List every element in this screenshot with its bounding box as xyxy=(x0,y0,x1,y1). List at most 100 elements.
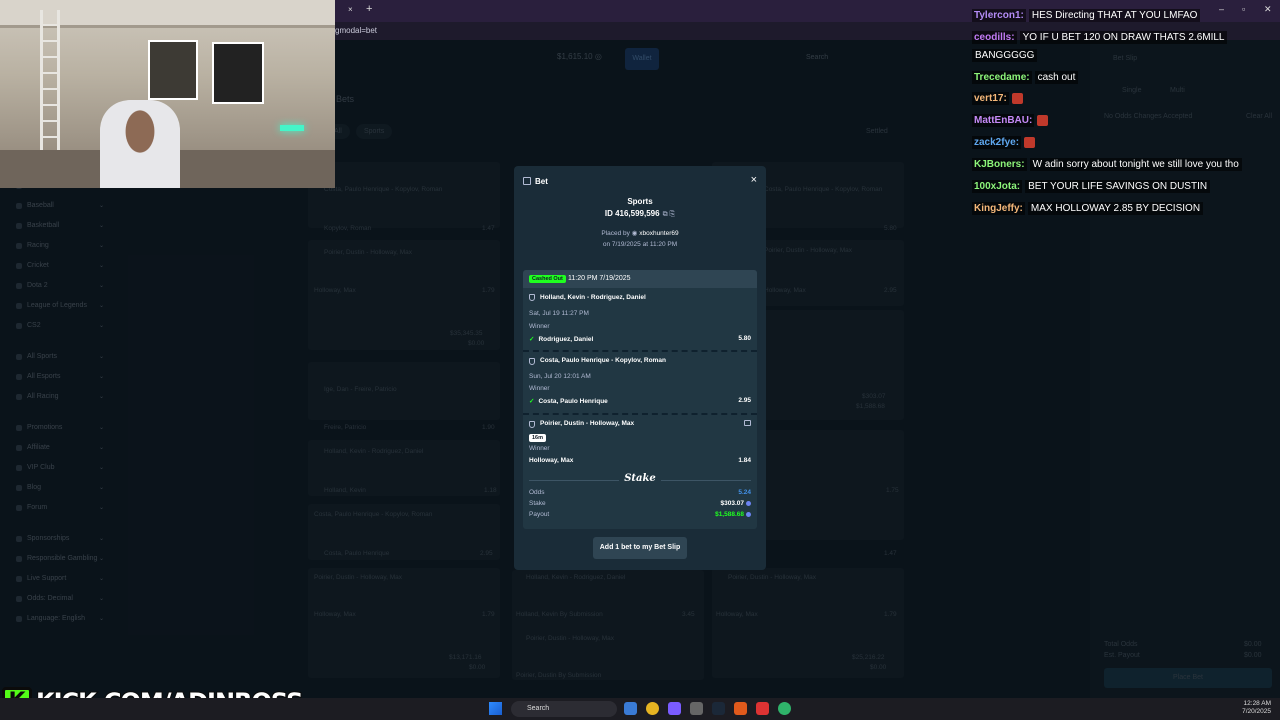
taskbar-search[interactable]: Search xyxy=(511,701,617,717)
bet-id: ID 416,599,596 ⧉ ⎘ xyxy=(514,209,766,219)
webcam-feed xyxy=(0,0,335,188)
live-badge: 16m xyxy=(529,434,547,442)
copy-icon[interactable]: ⧉ ⎘ xyxy=(663,211,676,218)
chat-message: ceodills: YO IF U BET 120 ON DRAW THATS 2… xyxy=(972,30,1228,45)
webcam-artwork xyxy=(212,42,264,104)
stake-amount: $303.07 xyxy=(721,500,751,507)
app-icon[interactable] xyxy=(734,702,747,715)
chat-username[interactable]: vert17: xyxy=(972,92,1009,105)
clock[interactable]: 12:28 AM 7/20/2025 xyxy=(1241,700,1271,716)
chrome-icon[interactable] xyxy=(646,702,659,715)
leg-odds: 1.84 xyxy=(738,457,751,464)
placed-by-user[interactable]: xboxhunter69 xyxy=(639,230,678,237)
chat-message: 100xJota: BET YOUR LIFE SAVINGS ON DUSTIN xyxy=(972,179,1211,194)
maximize-button[interactable]: ▫ xyxy=(1242,4,1245,14)
url-text: gmodal=bet xyxy=(335,26,378,35)
webcam-streamer xyxy=(100,100,180,188)
chat-username[interactable]: KJBoners: xyxy=(972,158,1027,171)
currency-icon xyxy=(746,501,751,506)
user-icon: ◉ xyxy=(631,230,638,237)
app-icon[interactable] xyxy=(778,702,791,715)
check-icon: ✓ xyxy=(529,336,535,343)
chat-message: MattEnBAU: xyxy=(972,113,1049,128)
add-to-bet-slip-button[interactable]: Add 1 bet to my Bet Slip xyxy=(593,537,687,559)
stake-logo: Stake xyxy=(624,473,656,484)
tab-close-button[interactable]: × xyxy=(348,5,353,14)
clock-time: 12:28 AM xyxy=(1243,700,1271,707)
leg-pick: ✓ Rodriguez, Daniel xyxy=(529,335,593,343)
chat-text: BET YOUR LIFE SAVINGS ON DUSTIN xyxy=(1025,180,1211,193)
placed-by-label: Placed by xyxy=(601,230,630,237)
bet-leg: Poirier, Dustin - Holloway, Max 16m Winn… xyxy=(523,415,757,475)
chat-text: W adin sorry about tonight we still love… xyxy=(1029,158,1242,171)
chat-username[interactable]: Tylercon1: xyxy=(972,9,1026,22)
shield-icon xyxy=(529,421,535,428)
leg-market: Winner xyxy=(529,323,550,330)
app-icon[interactable] xyxy=(756,702,769,715)
modal-title: Bet xyxy=(535,177,548,186)
chat-username[interactable]: zack2fye: xyxy=(972,136,1022,149)
leg-date: Sat, Jul 19 11:27 PM xyxy=(529,310,589,317)
app-icon[interactable] xyxy=(624,702,637,715)
payout-amount: $1,588.68 xyxy=(715,511,751,518)
window-close-button[interactable]: ✕ xyxy=(1264,4,1272,15)
chat-text: cash out xyxy=(1034,71,1079,84)
chat-message: KingJeffy: MAX HOLLOWAY 2.85 BY DECISION xyxy=(972,201,1204,216)
leg-pick: ✓ Costa, Paulo Henrique xyxy=(529,397,608,405)
leg-odds: 5.80 xyxy=(738,335,751,342)
chat-message: KJBoners: W adin sorry about tonight we s… xyxy=(972,157,1242,172)
leg-match[interactable]: Holland, Kevin - Rodriguez, Daniel xyxy=(540,294,646,301)
chat-text: YO IF U BET 120 ON DRAW THATS 2.6MILL xyxy=(1019,31,1228,44)
emote-icon xyxy=(1024,137,1036,148)
windows-start-icon[interactable] xyxy=(489,702,502,715)
shield-icon xyxy=(529,294,535,301)
leg-pick: Holloway, Max xyxy=(529,457,574,464)
leg-market: Winner xyxy=(529,385,550,392)
chat-message: zack2fye: xyxy=(972,135,1036,150)
leg-market: Winner xyxy=(529,445,550,452)
close-icon[interactable]: × xyxy=(751,174,757,186)
chat-text: HES Directing THAT AT YOU LMFAO xyxy=(1028,9,1201,22)
bet-leg: Costa, Paulo Henrique - Kopylov, Roman S… xyxy=(523,352,757,412)
emote-icon xyxy=(1011,93,1023,104)
modal-header: Bet × xyxy=(514,166,766,198)
leg-pick-text: Costa, Paulo Henrique xyxy=(538,398,608,405)
chat-username[interactable]: MattEnBAU: xyxy=(972,114,1035,127)
clock-date: 7/20/2025 xyxy=(1242,708,1271,715)
app-icon[interactable] xyxy=(690,702,703,715)
chat-message: Tylercon1: HES Directing THAT AT YOU LMFA… xyxy=(972,8,1201,23)
check-icon: ✓ xyxy=(529,398,535,405)
stake-label: Stake xyxy=(529,500,546,507)
live-stream-icon[interactable] xyxy=(744,420,751,426)
chat-username[interactable]: KingJeffy: xyxy=(972,202,1025,215)
odds-label: Odds xyxy=(529,489,545,496)
ticket-icon xyxy=(523,177,531,185)
leg-odds: 2.95 xyxy=(738,397,751,404)
webcam-ladder xyxy=(40,10,60,160)
leg-date: Sun, Jul 20 12:01 AM xyxy=(529,373,591,380)
leg-match[interactable]: Poirier, Dustin - Holloway, Max xyxy=(540,420,634,427)
minimize-button[interactable]: – xyxy=(1219,4,1224,14)
bet-id-text: ID 416,599,596 xyxy=(604,209,660,218)
status-badge: Cashed Out xyxy=(529,275,566,283)
shield-icon xyxy=(529,358,535,365)
chat-message: BANGGGGG xyxy=(972,48,1038,63)
chat-message: vert17: xyxy=(972,91,1023,106)
chat-username[interactable]: ceodills: xyxy=(972,31,1017,44)
currency-icon xyxy=(746,512,751,517)
payout-label: Payout xyxy=(529,511,550,518)
odds-value: 5.24 xyxy=(738,489,751,496)
leg-match[interactable]: Costa, Paulo Henrique - Kopylov, Roman xyxy=(540,357,666,364)
chat-username[interactable]: 100xJota: xyxy=(972,180,1023,193)
status-time: 11:20 PM 7/19/2025 xyxy=(568,275,631,282)
placed-by: Placed by ◉ xboxhunter69 xyxy=(514,229,766,237)
bet-modal: Bet × Sports ID 416,599,596 ⧉ ⎘ Placed by… xyxy=(514,166,766,570)
new-tab-button[interactable]: + xyxy=(366,3,372,15)
app-icon[interactable] xyxy=(668,702,681,715)
chat-username[interactable]: Trecedame: xyxy=(972,71,1032,84)
bet-sport: Sports xyxy=(627,197,653,206)
bet-leg: Holland, Kevin - Rodriguez, Daniel Sat, … xyxy=(523,288,757,348)
bet-ticket: Cashed Out 11:20 PM 7/19/2025 Holland, K… xyxy=(523,270,757,529)
chat-message: Trecedame: cash out xyxy=(972,70,1079,85)
steam-icon[interactable] xyxy=(712,702,725,715)
